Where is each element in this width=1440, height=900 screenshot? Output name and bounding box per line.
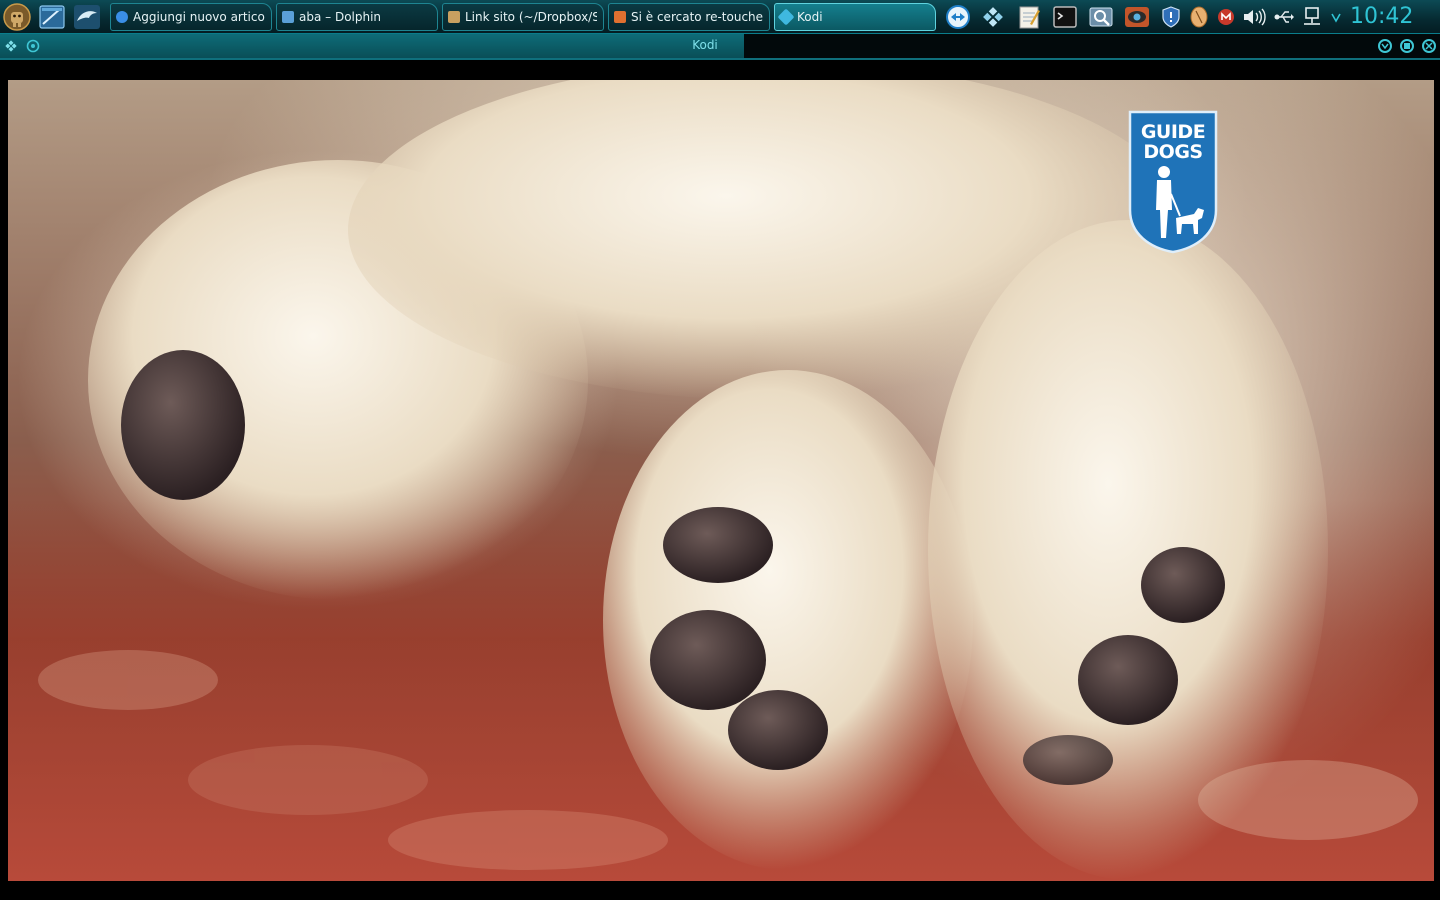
task-button-browser-article[interactable]: Aggiungi nuovo articolo (110, 3, 272, 31)
text-editor-tray[interactable] (1014, 3, 1044, 31)
teamviewer-icon (946, 5, 970, 29)
maximize-icon (1404, 43, 1410, 49)
eye-icon (1125, 7, 1149, 27)
task-button-kodi[interactable]: Kodi (774, 3, 936, 31)
gmail-icon (1218, 9, 1234, 25)
terminal-tray[interactable] (1050, 3, 1080, 31)
guide-dogs-logo: GUIDE DOGS (1128, 110, 1218, 254)
shield-icon (1162, 6, 1180, 28)
task-button-dolphin[interactable]: aba – Dolphin (276, 3, 438, 31)
terminal-icon (1053, 6, 1077, 28)
screenshot-magnifier-icon (1089, 7, 1113, 27)
teamviewer-tray[interactable] (943, 3, 973, 31)
task-label: Aggiungi nuovo articolo (133, 10, 265, 24)
minimize-button[interactable] (1378, 39, 1392, 53)
task-label: Si è cercato re-touched (631, 10, 763, 24)
folder-icon (282, 11, 294, 23)
clock[interactable]: 10:42 (1350, 3, 1413, 31)
task-label: aba – Dolphin (299, 10, 382, 24)
desktop-launcher[interactable] (37, 2, 67, 32)
clipboard-tray[interactable] (1187, 3, 1211, 31)
scissors-icon (448, 11, 460, 23)
screenshot-tray[interactable] (1086, 3, 1116, 31)
network-icon (1304, 7, 1320, 25)
browser-icon (614, 11, 626, 23)
dolphin-launcher[interactable] (72, 2, 102, 32)
globe-icon (116, 11, 128, 23)
usb-tray[interactable] (1272, 3, 1296, 31)
titlebar-divider (0, 58, 1440, 60)
chevron-down-icon (1331, 13, 1341, 23)
close-icon (1425, 42, 1433, 50)
taskbar: Aggiungi nuovo articolo aba – Dolphin Li… (0, 0, 1440, 34)
mail-tray[interactable] (1216, 3, 1236, 31)
chevron-down-icon (1381, 43, 1389, 50)
volume-tray[interactable] (1241, 3, 1267, 31)
logo-text-line2: DOGS (1143, 141, 1203, 163)
close-button[interactable] (1422, 39, 1436, 53)
eye-app-tray[interactable] (1122, 3, 1152, 31)
video-player[interactable]: GUIDE DOGS (8, 80, 1434, 881)
kodi-icon (983, 7, 1003, 27)
task-label: Link sito (~/Dropbox/Siti) (465, 10, 597, 24)
dolphin-icon (74, 5, 100, 29)
maximize-button[interactable] (1400, 39, 1414, 53)
desktop-icon (39, 5, 65, 29)
letterbox-bottom (0, 881, 1440, 900)
tray-expand-button[interactable] (1327, 3, 1345, 31)
usb-icon (1274, 11, 1294, 23)
clipboard-icon (1190, 6, 1208, 28)
notepad-icon (1019, 6, 1040, 29)
android-robot-icon (3, 3, 31, 31)
security-tray[interactable] (1160, 3, 1182, 31)
task-button-editor[interactable]: Link sito (~/Dropbox/Siti) (442, 3, 604, 31)
video-frame-puppy-paws (8, 80, 1434, 881)
task-button-search-browser[interactable]: Si è cercato re-touched (608, 3, 770, 31)
logo-text-line1: GUIDE (1140, 121, 1206, 143)
kodi-icon (777, 8, 795, 26)
window-titlebar[interactable]: Kodi (0, 34, 1440, 58)
network-tray[interactable] (1300, 3, 1324, 31)
kodi-tray[interactable] (978, 3, 1008, 31)
volume-icon (1244, 8, 1266, 26)
application-menu-launcher[interactable] (2, 2, 32, 32)
task-label: Kodi (797, 10, 823, 24)
window-title: Kodi (692, 38, 718, 52)
